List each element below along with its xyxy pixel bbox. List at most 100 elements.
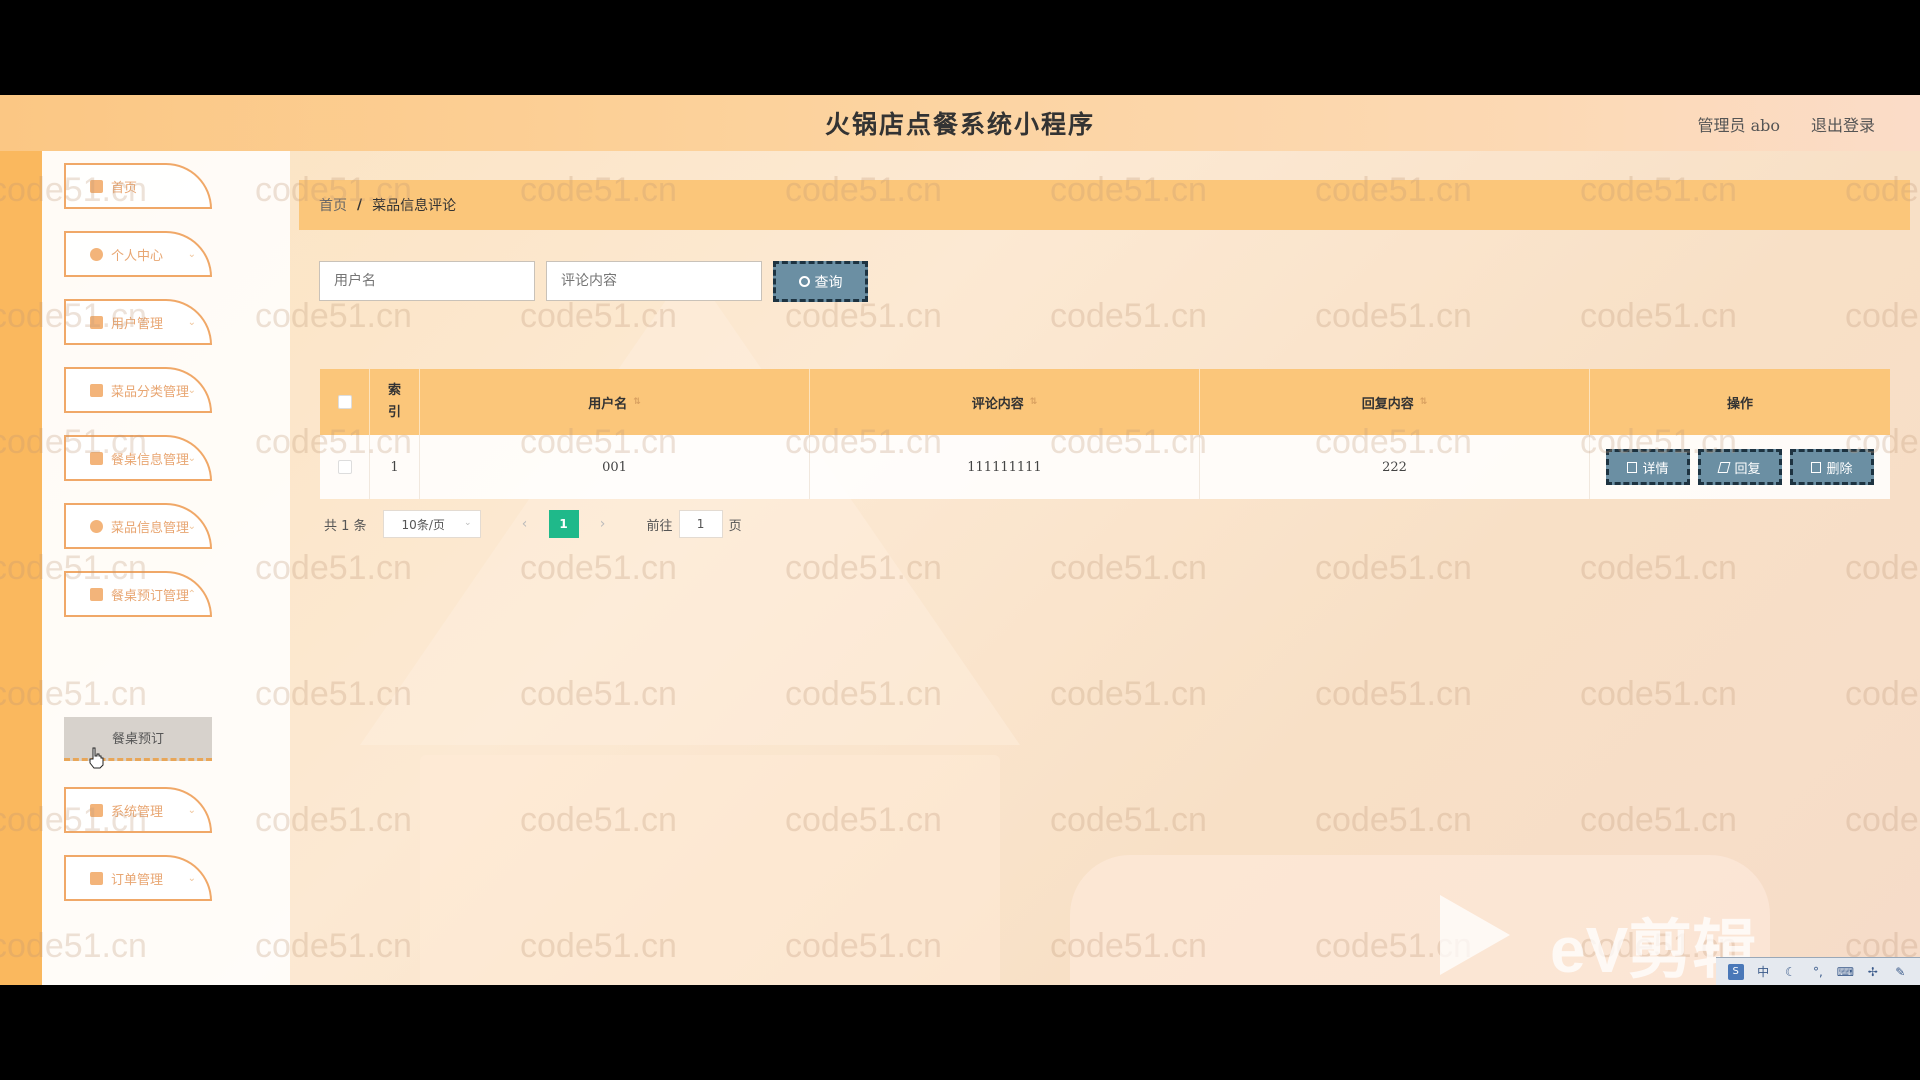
watermark-text: code51.cn: [1845, 549, 1920, 587]
punctuation-icon[interactable]: °,: [1810, 964, 1826, 980]
sidebar-item-dish-info[interactable]: 菜品信息管理 ⌄: [64, 503, 212, 549]
watermark-text: code51.cn: [1580, 801, 1737, 839]
watermark-text: code51.cn: [785, 297, 942, 335]
folder-icon: [90, 383, 103, 397]
page-suffix: 页: [728, 518, 742, 534]
sidebar-item-label: 用户管理: [111, 316, 164, 332]
watermark-text: code51.cn: [1050, 549, 1207, 587]
sidebar-item-users[interactable]: 用户管理 ⌄: [64, 299, 212, 345]
sort-icon[interactable]: ⇅: [1420, 397, 1428, 407]
reply-button[interactable]: 回复: [1698, 449, 1782, 485]
watermark-text: code51.cn: [1050, 801, 1207, 839]
watermark-text: code51.cn: [1315, 297, 1472, 335]
comment-search-input[interactable]: [546, 261, 762, 301]
header-index: 索 引: [370, 369, 420, 435]
prev-page-icon[interactable]: ‹: [511, 516, 539, 532]
chevron-down-icon: ⌄: [187, 385, 196, 396]
breadcrumb: 首页 / 菜品信息评论: [299, 180, 1910, 230]
comments-table: 索 引 用户名 ⇅ 评论内容 ⇅ 回复内容 ⇅ 操作 1 001 1111111…: [320, 369, 1890, 499]
table-header: 索 引 用户名 ⇅ 评论内容 ⇅ 回复内容 ⇅ 操作: [320, 369, 1890, 435]
row-checkbox[interactable]: [337, 460, 352, 474]
watermark-text: code51.cn: [1845, 297, 1920, 335]
watermark-text: code51.cn: [785, 549, 942, 587]
header-username-label: 用户名: [588, 396, 628, 412]
grid-icon: [90, 451, 103, 465]
pagination: 共 1 条 10条/页 ⌄ ‹ 1 › 前往 1 页: [324, 510, 742, 538]
page-number-current[interactable]: 1: [548, 510, 579, 538]
hand-cursor-icon: [89, 747, 104, 769]
header-comment[interactable]: 评论内容 ⇅: [810, 369, 1200, 435]
trash-icon: [1811, 461, 1822, 473]
apps-icon: [90, 871, 103, 885]
detail-button[interactable]: 详情: [1606, 449, 1690, 485]
chevron-down-icon: ⌄: [187, 873, 196, 884]
search-button[interactable]: 查询: [773, 261, 868, 302]
top-bar: 火锅店点餐系统小程序 管理员 abo 退出登录: [0, 95, 1920, 151]
row-username: 001: [420, 435, 810, 499]
username-search-input[interactable]: [319, 261, 535, 301]
edit-icon: [1718, 461, 1731, 473]
watermark-text: code51.cn: [1050, 675, 1207, 713]
play-icon: [1440, 895, 1510, 975]
watermark-text: code51.cn: [520, 801, 677, 839]
chevron-down-icon: ⌄: [187, 317, 196, 328]
chevron-down-icon: ⌄: [187, 805, 196, 816]
sidebar-item-table-info[interactable]: 餐桌信息管理 ⌄: [64, 435, 212, 481]
sidebar-item-label: 餐桌信息管理: [111, 452, 190, 468]
sidebar-item-home[interactable]: 首页: [64, 163, 212, 209]
watermark-text: code51.cn: [785, 801, 942, 839]
keyboard-icon[interactable]: ⌨: [1837, 964, 1854, 980]
watermark-text: code51.cn: [520, 675, 677, 713]
sidebar-item-orders[interactable]: 订单管理 ⌄: [64, 855, 212, 901]
sidebar-item-table-booking[interactable]: 餐桌预订管理 ⌃: [64, 571, 212, 617]
sidebar-item-dish-category[interactable]: 菜品分类管理 ⌄: [64, 367, 212, 413]
header-reply[interactable]: 回复内容 ⇅: [1200, 369, 1590, 435]
admin-label: 管理员 abo: [1697, 116, 1780, 135]
watermark-text: code51.cn: [1050, 297, 1207, 335]
search-button-label: 查询: [814, 274, 843, 291]
breadcrumb-separator: /: [357, 197, 363, 213]
moon-icon[interactable]: ☾: [1783, 964, 1799, 980]
input-method-icon[interactable]: S: [1727, 963, 1744, 980]
delete-button[interactable]: 删除: [1790, 449, 1874, 485]
watermark-text: code51.cn: [1580, 549, 1737, 587]
sort-icon[interactable]: ⇅: [633, 397, 641, 407]
header-username[interactable]: 用户名 ⇅: [420, 369, 810, 435]
app-window: 火锅店点餐系统小程序 管理员 abo 退出登录 首页 个人中心 ⌄ 用户管理 ⌄…: [0, 95, 1920, 985]
select-all-checkbox[interactable]: [337, 395, 352, 409]
breadcrumb-home[interactable]: 首页: [319, 195, 347, 215]
row-actions: 详情 回复 删除: [1590, 435, 1890, 499]
header-index-line1: 索: [387, 383, 401, 398]
watermark-text: code51.cn: [785, 927, 942, 965]
sidebar-strip: [0, 151, 42, 985]
chevron-down-icon: ⌄: [187, 249, 196, 260]
watermark-text: code51.cn: [520, 297, 677, 335]
user-icon: [90, 247, 103, 261]
sidebar-item-label: 个人中心: [111, 248, 164, 264]
header-select-all[interactable]: [320, 369, 370, 435]
row-select[interactable]: [320, 435, 370, 499]
reply-button-label: 回复: [1734, 461, 1761, 477]
sidebar-subitem-table-booking[interactable]: 餐桌预订: [64, 717, 212, 761]
breadcrumb-current: 菜品信息评论: [372, 198, 457, 214]
pagination-total: 共 1 条: [324, 518, 367, 534]
settings-icon[interactable]: ✢: [1865, 964, 1881, 980]
chevron-up-icon: ⌃: [187, 589, 196, 600]
goto-label: 前往: [646, 518, 673, 534]
sort-icon[interactable]: ⇅: [1030, 397, 1038, 407]
row-comment: 111111111: [810, 435, 1200, 499]
watermark-text: code51.cn: [1845, 675, 1920, 713]
sidebar-item-system[interactable]: 系统管理 ⌄: [64, 787, 212, 833]
next-page-icon[interactable]: ›: [589, 516, 617, 532]
page-size-select[interactable]: 10条/页 ⌄: [382, 510, 481, 538]
tools-icon[interactable]: ✎: [1892, 964, 1908, 980]
page-size-value: 10条/页: [401, 517, 445, 532]
watermark-text: code51.cn: [1315, 801, 1472, 839]
logout-link[interactable]: 退出登录: [1811, 112, 1875, 136]
sidebar-item-label: 菜品分类管理: [111, 384, 190, 400]
watermark-text: code51.cn: [1315, 675, 1472, 713]
goto-page-input[interactable]: 1: [678, 510, 723, 538]
sidebar-item-profile[interactable]: 个人中心 ⌄: [64, 231, 212, 277]
ime-chinese-label[interactable]: 中: [1755, 964, 1771, 980]
table-row: 1 001 111111111 222 详情 回复 删除: [320, 435, 1890, 499]
